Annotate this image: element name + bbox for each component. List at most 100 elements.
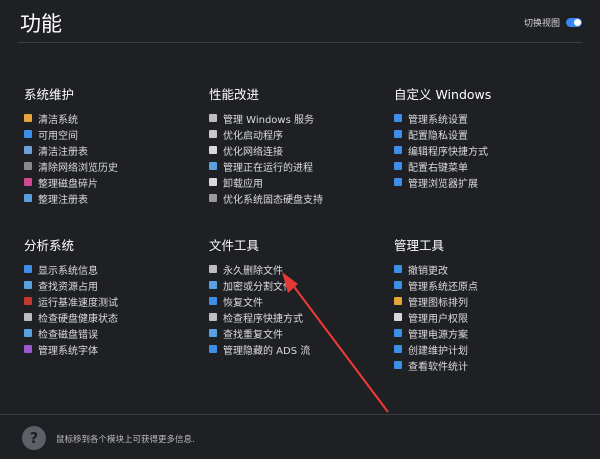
section-analysis: 分析系统显示系统信息查找资源占用运行基准速度测试 检查硬盘健康状态 检查磁盘错误管理… <box>24 235 204 357</box>
feature-item-label: 清洁系统 <box>38 114 78 126</box>
feature-item[interactable]: 恢复文件 <box>209 293 389 309</box>
feature-item-label: 检查硬盘健康状态 <box>38 313 118 325</box>
feature-item[interactable]: 管理隐藏的 ADS 流 <box>209 341 389 357</box>
encrypt-file-icon <box>209 281 217 289</box>
feature-item[interactable]: 创建维护计划 <box>394 341 574 357</box>
feature-item-label: 检查程序快捷方式 <box>223 313 303 325</box>
feature-item-label: 配置隐私设置 <box>408 130 468 142</box>
feature-item[interactable]: 检查程序快捷方式 <box>209 309 389 325</box>
feature-item[interactable]: 优化系统固态硬盘支持 <box>209 190 389 206</box>
feature-item-label: 可用空间 <box>38 130 78 142</box>
feature-item[interactable]: 优化网络连接 <box>209 142 389 158</box>
registry-defrag-icon <box>24 194 32 202</box>
feature-item[interactable]: 管理正在运行的进程 <box>209 158 389 174</box>
globe-icon <box>24 162 32 170</box>
stats-icon <box>394 361 402 369</box>
footer-divider <box>0 414 600 415</box>
feature-item-label: 查找重复文件 <box>223 329 283 341</box>
section-files: 文件工具永久删除文件 加密或分割文件 恢复文件检查程序快捷方式 查找重复文件 管理隐藏的… <box>209 235 389 357</box>
feature-item[interactable]: 显示系统信息 <box>24 261 204 277</box>
icon-layout-icon <box>394 297 402 305</box>
section-performance: 性能改进管理 Windows 服务优化启动程序 优化网络连接 管理正在运行的进程 卸载… <box>209 84 389 206</box>
duplicate-icon <box>209 329 217 337</box>
feature-item-label: 整理注册表 <box>38 194 88 206</box>
link-icon <box>209 313 217 321</box>
section-title: 性能改进 <box>209 87 260 102</box>
feature-item-label: 恢复文件 <box>223 297 263 309</box>
feature-item-label: 优化系统固态硬盘支持 <box>223 194 323 206</box>
defrag-icon <box>24 178 32 186</box>
section-maintenance: 系统维护清洁系统可用空间清洁注册表 清除网络浏览历史整理磁盘碎片 整理注册表 <box>24 84 204 206</box>
feature-item[interactable]: 整理注册表 <box>24 190 204 206</box>
feature-item[interactable]: 查找重复文件 <box>209 325 389 341</box>
feature-item[interactable]: 清洁系统 <box>24 110 204 126</box>
feature-item[interactable]: 管理系统字体 <box>24 341 204 357</box>
page-title: 功能 <box>20 12 62 36</box>
feature-item-label: 优化启动程序 <box>223 130 283 142</box>
section-title: 系统维护 <box>24 87 75 102</box>
feature-item[interactable]: 检查硬盘健康状态 <box>24 309 204 325</box>
feature-item-label: 管理用户权限 <box>408 313 468 325</box>
feature-item-label: 清洁注册表 <box>38 146 88 158</box>
feature-item[interactable]: 管理 Windows 服务 <box>209 110 389 126</box>
feature-item[interactable]: 管理浏览器扩展 <box>394 174 574 190</box>
feature-item-label: 管理系统字体 <box>38 345 98 357</box>
feature-item-label: 管理系统设置 <box>408 114 468 126</box>
help-icon[interactable]: ? <box>22 426 46 450</box>
feature-item[interactable]: 编辑程序快捷方式 <box>394 142 574 158</box>
feature-item[interactable]: 优化启动程序 <box>209 126 389 142</box>
feature-item-label: 加密或分割文件 <box>223 281 293 293</box>
feature-item-label: 整理磁盘碎片 <box>38 178 98 190</box>
feature-item[interactable]: 整理磁盘碎片 <box>24 174 204 190</box>
user-icon <box>394 313 402 321</box>
feature-item[interactable]: 永久删除文件 <box>209 261 389 277</box>
privacy-icon <box>394 130 402 138</box>
feature-item-label: 查看软件统计 <box>408 361 468 373</box>
feature-item-label: 查找资源占用 <box>38 281 98 293</box>
font-icon <box>24 345 32 353</box>
feature-item[interactable]: 查找资源占用 <box>24 277 204 293</box>
feature-item[interactable]: 管理用户权限 <box>394 309 574 325</box>
ads-icon <box>209 345 217 353</box>
context-menu-icon <box>394 162 402 170</box>
uninstall-icon <box>209 178 217 186</box>
feature-item[interactable]: 管理电源方案 <box>394 325 574 341</box>
feature-item[interactable]: 卸载应用 <box>209 174 389 190</box>
power-icon <box>394 329 402 337</box>
feature-item-label: 运行基准速度测试 <box>38 297 118 309</box>
feature-item[interactable]: 运行基准速度测试 <box>24 293 204 309</box>
feature-item[interactable]: 清除网络浏览历史 <box>24 158 204 174</box>
settings-panel-icon <box>394 114 402 122</box>
network-icon <box>209 146 217 154</box>
section-list: 管理 Windows 服务优化启动程序 优化网络连接 管理正在运行的进程 卸载应用优化… <box>209 110 389 206</box>
section-title: 自定义 Windows <box>394 87 492 102</box>
footer-hint: 鼠标移到各个模块上可获得更多信息. <box>56 435 195 445</box>
feature-item-label: 管理系统还原点 <box>408 281 478 293</box>
feature-item-label: 管理电源方案 <box>408 329 468 341</box>
section-title: 分析系统 <box>24 238 75 253</box>
toggle-switch-icon[interactable] <box>566 18 582 27</box>
process-icon <box>209 162 217 170</box>
feature-item[interactable]: 可用空间 <box>24 126 204 142</box>
view-toggle[interactable]: 切换视图 <box>524 16 582 29</box>
feature-item[interactable]: 管理图标排列 <box>394 293 574 309</box>
feature-item[interactable]: 管理系统还原点 <box>394 277 574 293</box>
undo-icon <box>394 265 402 273</box>
feature-item[interactable]: 配置隐私设置 <box>394 126 574 142</box>
feature-item[interactable]: 检查磁盘错误 <box>24 325 204 341</box>
feature-item[interactable]: 管理系统设置 <box>394 110 574 126</box>
section-list: 管理系统设置 配置隐私设置 编辑程序快捷方式 配置右键菜单 管理浏览器扩展 <box>394 110 574 190</box>
section-list: 清洁系统可用空间清洁注册表 清除网络浏览历史整理磁盘碎片 整理注册表 <box>24 110 204 206</box>
feature-item[interactable]: 撤销更改 <box>394 261 574 277</box>
calendar-icon <box>394 345 402 353</box>
feature-item[interactable]: 清洁注册表 <box>24 142 204 158</box>
feature-item[interactable]: 查看软件统计 <box>394 357 574 373</box>
resource-icon <box>24 281 32 289</box>
feature-item[interactable]: 配置右键菜单 <box>394 158 574 174</box>
feature-item-label: 永久删除文件 <box>223 265 283 277</box>
feature-item[interactable]: 加密或分割文件 <box>209 277 389 293</box>
feature-item-label: 管理图标排列 <box>408 297 468 309</box>
section-title: 文件工具 <box>209 238 260 253</box>
view-toggle-label: 切换视图 <box>523 19 560 29</box>
section-list: 撤销更改管理系统还原点 管理图标排列 管理用户权限 管理电源方案 创建维护计划查看软件统… <box>394 261 574 373</box>
